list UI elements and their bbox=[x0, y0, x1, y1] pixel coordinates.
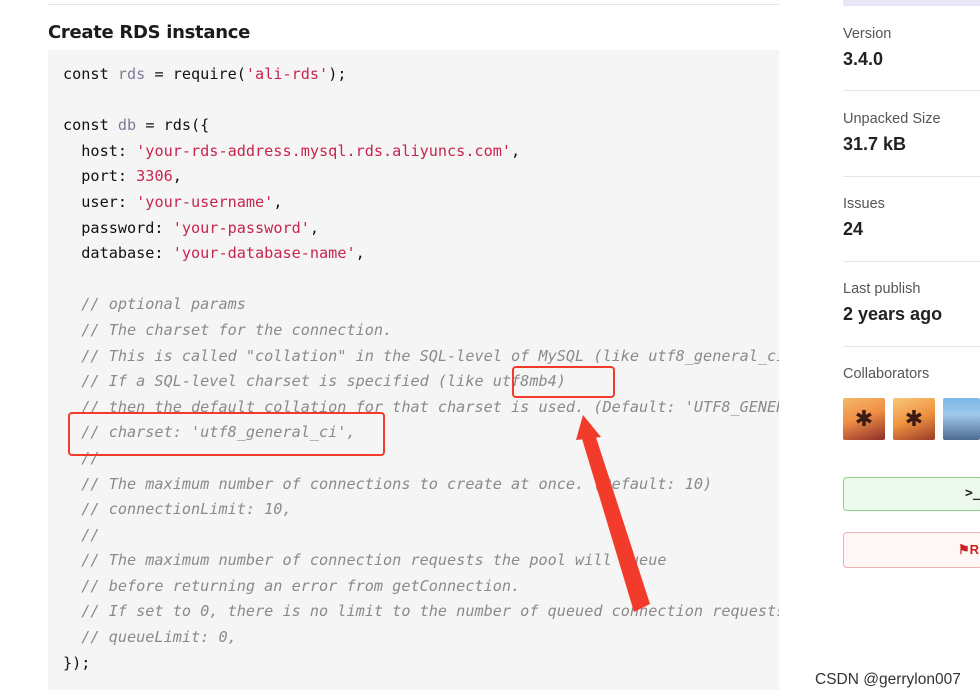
sidebar-top-bar bbox=[843, 0, 980, 6]
last-publish-label: Last publish bbox=[843, 281, 921, 297]
issues-label: Issues bbox=[843, 196, 885, 212]
sidebar-divider bbox=[843, 90, 980, 91]
sidebar-divider bbox=[843, 346, 980, 347]
annotation-arrow-icon bbox=[576, 415, 650, 612]
last-publish-value: 2 years ago bbox=[843, 304, 943, 324]
try-on-runkit-button[interactable]: >_ bbox=[843, 477, 980, 511]
version-value: 3.4.0 bbox=[843, 49, 884, 69]
unpacked-size-label: Unpacked Size bbox=[843, 111, 941, 127]
terminal-icon: >_ bbox=[965, 486, 980, 501]
version-label: Version bbox=[843, 26, 892, 42]
sidebar-divider bbox=[843, 176, 980, 177]
collaborators-label: Collaborators bbox=[843, 366, 930, 382]
last-publish-block: Last publish 2 years ago bbox=[843, 281, 942, 325]
collaborator-avatar[interactable] bbox=[943, 398, 980, 440]
collaborator-avatar[interactable]: ✱ bbox=[893, 398, 935, 440]
collaborator-avatar[interactable]: ✱ bbox=[843, 398, 885, 440]
issues-block: Issues 24 bbox=[843, 196, 885, 240]
unpacked-size-value: 31.7 kB bbox=[843, 134, 907, 154]
collaborators-block: Collaborators bbox=[843, 366, 929, 382]
report-button-label: R bbox=[969, 542, 980, 557]
unpacked-size-block: Unpacked Size 31.7 kB bbox=[843, 111, 941, 155]
watermark: CSDN @gerrylon007 bbox=[815, 671, 961, 688]
issues-value[interactable]: 24 bbox=[843, 219, 885, 240]
flag-icon: ⚑R bbox=[958, 542, 980, 557]
sidebar-divider bbox=[843, 261, 980, 262]
version-block: Version 3.4.0 bbox=[843, 26, 891, 70]
report-malware-button[interactable]: ⚑R bbox=[843, 532, 980, 568]
